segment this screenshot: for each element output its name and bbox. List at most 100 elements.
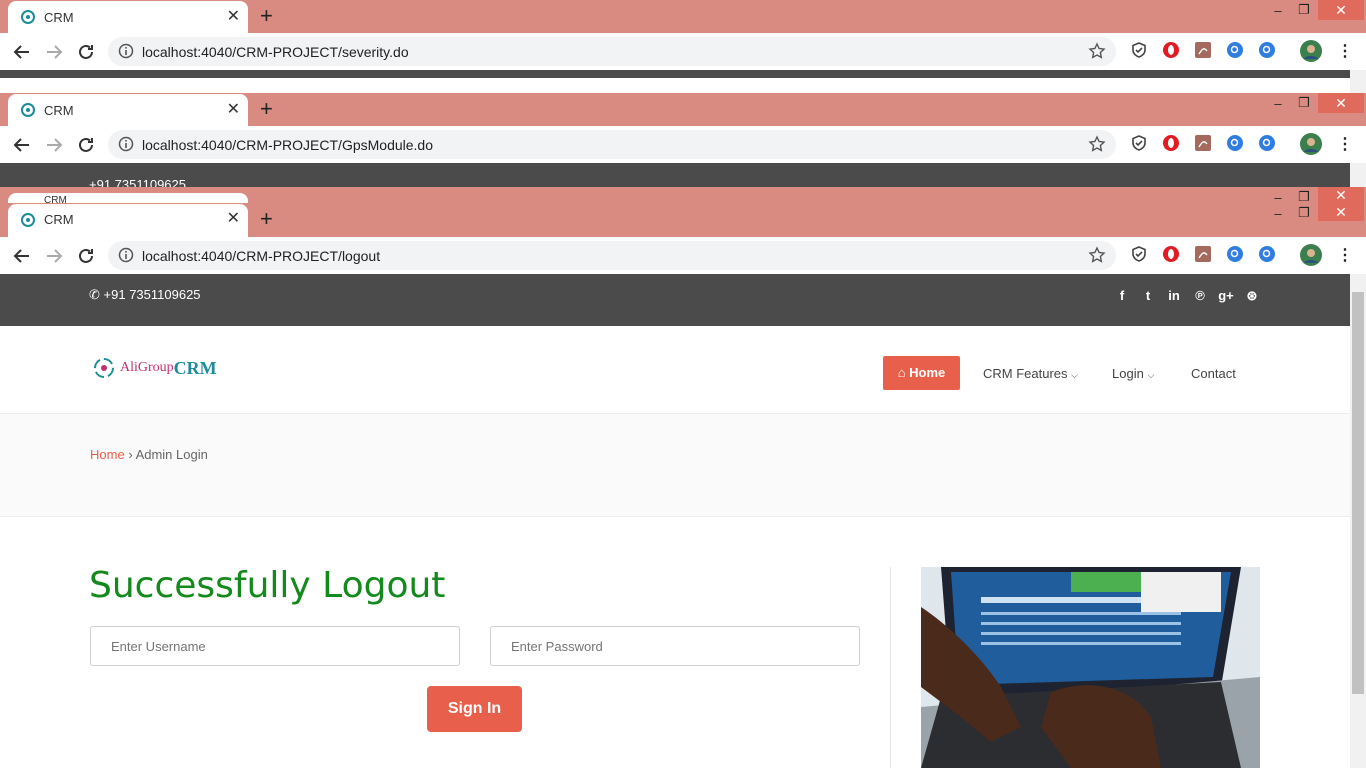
- bookmark-star-icon[interactable]: [1088, 135, 1106, 153]
- search-extension-icon[interactable]: [1258, 41, 1276, 59]
- menu-kebab-icon[interactable]: ⋮: [1337, 245, 1353, 265]
- info-icon[interactable]: [118, 136, 134, 152]
- browser-tab[interactable]: CRM ✕: [8, 1, 248, 33]
- nav-home-label: Home: [909, 365, 946, 380]
- home-icon: ⌂: [897, 365, 906, 380]
- browser-window-3: CRM CRM ✕ + – ❐ ✕ – ❐ ✕ localhost:4040/C…: [0, 187, 1366, 274]
- bookmark-star-icon[interactable]: [1088, 42, 1106, 60]
- minimize-icon[interactable]: –: [1270, 190, 1286, 205]
- tab-title: CRM: [44, 10, 74, 25]
- pdf-extension-icon[interactable]: [1194, 41, 1212, 59]
- search-extension-icon[interactable]: [1226, 245, 1244, 263]
- restore-icon[interactable]: ❐: [1296, 2, 1312, 18]
- profile-avatar-icon[interactable]: [1300, 133, 1322, 155]
- window-close-icon[interactable]: ✕: [1318, 0, 1364, 20]
- search-extension-icon[interactable]: [1258, 134, 1276, 152]
- browser-toolbar: localhost:4040/CRM-PROJECT/GpsModule.do …: [0, 126, 1366, 163]
- address-bar[interactable]: localhost:4040/CRM-PROJECT/GpsModule.do: [108, 130, 1116, 159]
- dribbble-icon[interactable]: ⊛: [1244, 288, 1260, 304]
- scrollbar[interactable]: [1350, 163, 1366, 187]
- menu-kebab-icon[interactable]: ⋮: [1337, 134, 1353, 154]
- password-field[interactable]: [490, 626, 860, 666]
- info-icon[interactable]: [118, 43, 134, 59]
- reload-icon[interactable]: [75, 134, 97, 156]
- page-scrollbar[interactable]: [1350, 274, 1366, 768]
- minimize-icon[interactable]: –: [1270, 96, 1286, 111]
- forward-icon[interactable]: [43, 245, 65, 267]
- search-extension-icon[interactable]: [1226, 134, 1244, 152]
- linkedin-icon[interactable]: in: [1166, 288, 1182, 304]
- site-logo[interactable]: AliGroup CRM: [92, 356, 217, 380]
- google-plus-icon[interactable]: g+: [1218, 288, 1234, 304]
- new-tab-icon[interactable]: +: [260, 98, 273, 120]
- close-tab-icon[interactable]: ✕: [227, 211, 240, 227]
- shield-extension-icon[interactable]: [1130, 245, 1148, 263]
- back-icon[interactable]: [11, 41, 33, 63]
- page-strip: +91 7351109625: [0, 163, 1366, 187]
- minimize-icon[interactable]: –: [1270, 3, 1286, 18]
- browser-tab[interactable]: CRM ✕: [8, 94, 248, 126]
- window-close-icon[interactable]: ✕: [1318, 204, 1364, 221]
- sign-in-button[interactable]: Sign In: [427, 686, 522, 732]
- scrollbar-thumb[interactable]: [1352, 292, 1364, 694]
- forward-icon[interactable]: [43, 41, 65, 63]
- info-icon[interactable]: [118, 247, 134, 263]
- nav-login[interactable]: Login ⌵: [1112, 366, 1154, 381]
- minimize-icon[interactable]: –: [1270, 206, 1286, 221]
- tab-strip: CRM ✕ + – ❐ ✕: [0, 0, 1366, 33]
- opera-extension-icon[interactable]: [1162, 245, 1180, 263]
- top-contact-bar: ✆ +91 7351109625 f t in ℗ g+ ⊛: [0, 274, 1350, 326]
- browser-window-2: CRM ✕ + – ❐ ✕ localhost:4040/CRM-PROJECT…: [0, 93, 1366, 187]
- twitter-icon[interactable]: t: [1140, 288, 1156, 304]
- browser-tab-hidden[interactable]: CRM: [8, 193, 248, 206]
- close-tab-icon[interactable]: ✕: [227, 9, 240, 25]
- window-close-icon[interactable]: ✕: [1318, 93, 1364, 113]
- column-divider: [890, 567, 891, 768]
- breadcrumb-current: Admin Login: [135, 447, 208, 462]
- tab-strip: CRM CRM ✕ + – ❐ ✕ – ❐ ✕: [0, 187, 1366, 237]
- reload-icon[interactable]: [75, 41, 97, 63]
- phone-info: ✆ +91 7351109625: [89, 287, 201, 303]
- window-close-icon[interactable]: ✕: [1318, 187, 1364, 204]
- nav-crm-features[interactable]: CRM Features ⌵: [983, 366, 1078, 381]
- new-tab-icon[interactable]: +: [260, 208, 273, 230]
- profile-avatar-icon[interactable]: [1300, 244, 1322, 266]
- page-strip: [0, 70, 1366, 78]
- pinterest-icon[interactable]: ℗: [1192, 288, 1208, 304]
- tab-title: CRM: [44, 212, 74, 227]
- search-extension-icon[interactable]: [1226, 41, 1244, 59]
- bookmark-star-icon[interactable]: [1088, 246, 1106, 264]
- search-extension-icon[interactable]: [1258, 245, 1276, 263]
- crm-favicon-icon: [21, 10, 35, 24]
- username-field[interactable]: [90, 626, 460, 666]
- restore-icon[interactable]: ❐: [1296, 205, 1312, 221]
- breadcrumb-home-link[interactable]: Home: [90, 447, 125, 462]
- browser-tab[interactable]: CRM ✕: [8, 204, 248, 237]
- scrollbar[interactable]: [1350, 70, 1366, 93]
- profile-avatar-icon[interactable]: [1300, 40, 1322, 62]
- shield-extension-icon[interactable]: [1130, 41, 1148, 59]
- url-text: localhost:4040/CRM-PROJECT/GpsModule.do: [142, 137, 434, 153]
- pdf-extension-icon[interactable]: [1194, 134, 1212, 152]
- nav-contact[interactable]: Contact: [1191, 366, 1236, 381]
- address-bar[interactable]: localhost:4040/CRM-PROJECT/logout: [108, 241, 1116, 270]
- forward-icon[interactable]: [43, 134, 65, 156]
- reload-icon[interactable]: [75, 245, 97, 267]
- restore-icon[interactable]: ❐: [1296, 189, 1312, 205]
- opera-extension-icon[interactable]: [1162, 41, 1180, 59]
- nav-home-button[interactable]: ⌂ Home: [883, 356, 960, 390]
- menu-kebab-icon[interactable]: ⋮: [1337, 41, 1353, 61]
- shield-extension-icon[interactable]: [1130, 134, 1148, 152]
- restore-icon[interactable]: ❐: [1296, 95, 1312, 111]
- back-icon[interactable]: [11, 245, 33, 267]
- crm-favicon-icon: [21, 213, 35, 227]
- logo-text-crm: CRM: [173, 357, 217, 378]
- url-text: localhost:4040/CRM-PROJECT/logout: [142, 248, 381, 264]
- back-icon[interactable]: [11, 134, 33, 156]
- pdf-extension-icon[interactable]: [1194, 245, 1212, 263]
- opera-extension-icon[interactable]: [1162, 134, 1180, 152]
- close-tab-icon[interactable]: ✕: [227, 102, 240, 118]
- address-bar[interactable]: localhost:4040/CRM-PROJECT/severity.do: [108, 37, 1116, 66]
- new-tab-icon[interactable]: +: [260, 5, 273, 27]
- facebook-icon[interactable]: f: [1114, 288, 1130, 304]
